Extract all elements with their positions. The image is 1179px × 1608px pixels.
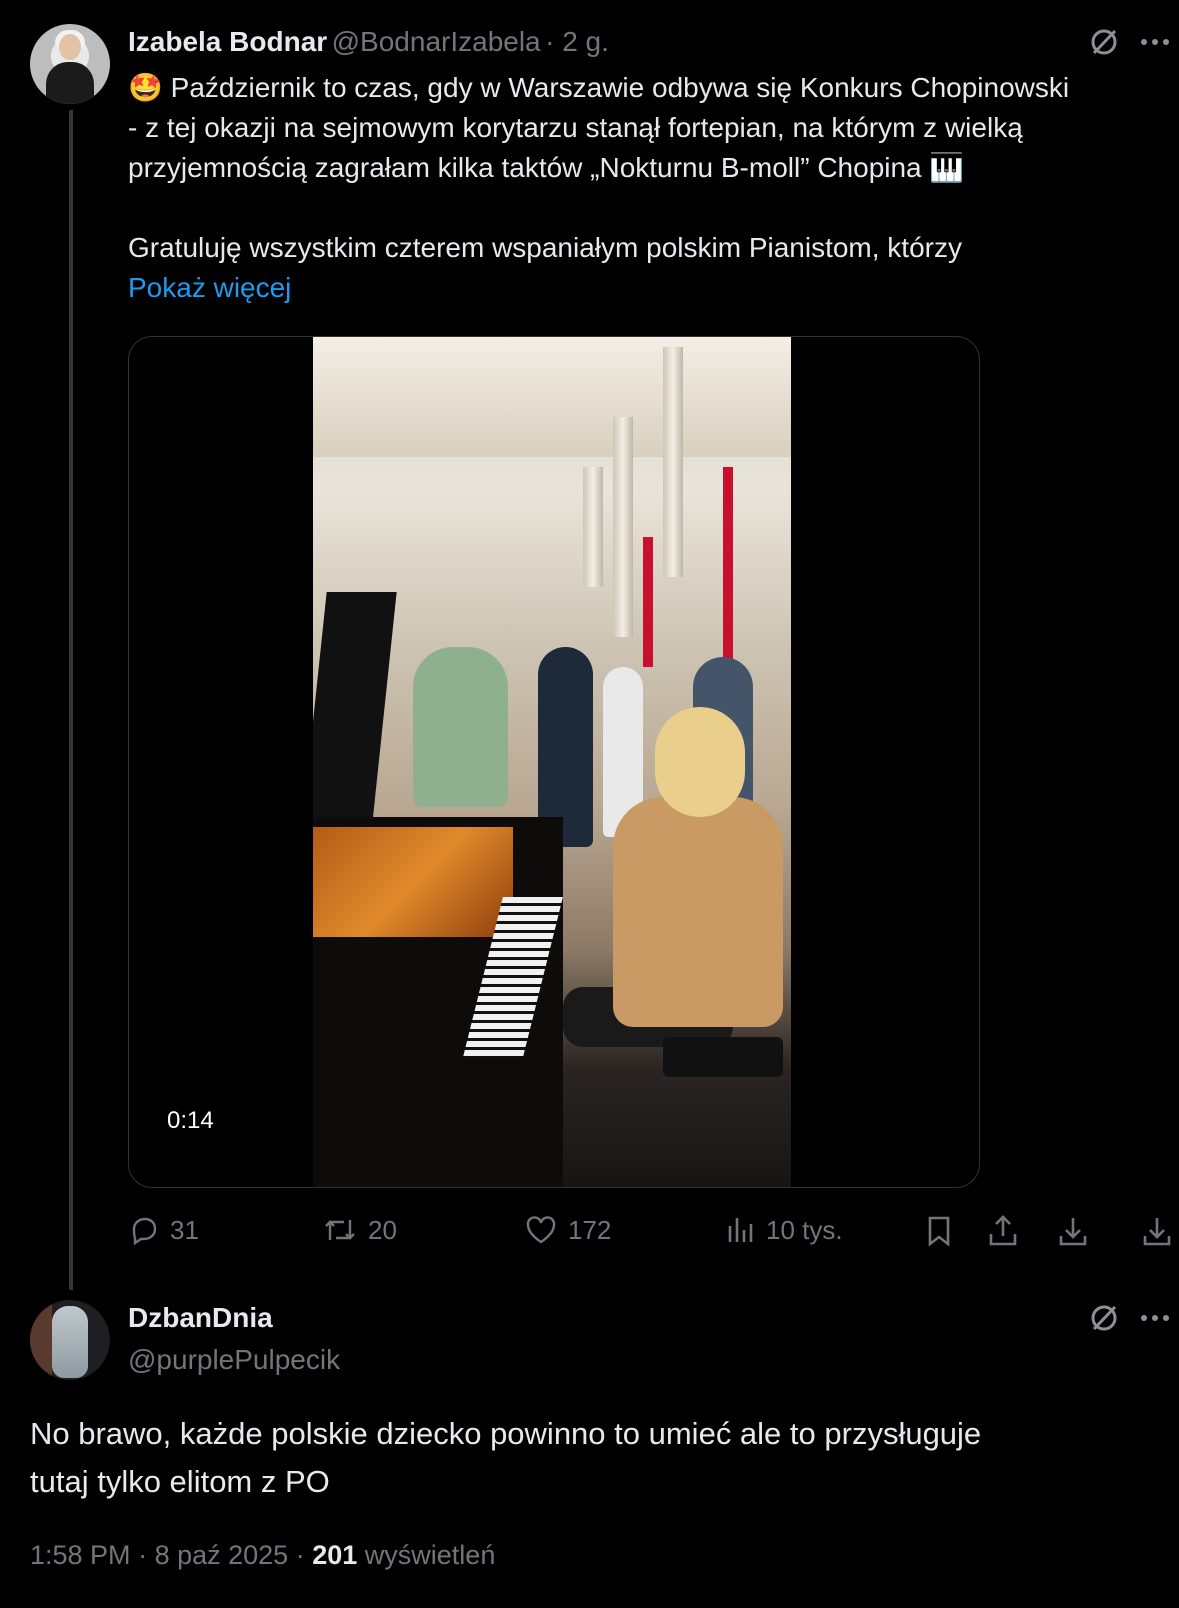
reply-views-count: 201 [312,1540,358,1570]
share-icon[interactable] [986,1214,1020,1253]
views-button[interactable]: 10 tys. [726,1214,843,1246]
avatar[interactable] [30,24,110,104]
post-text-line-2: - z tej okazji na sejmowym korytarzu sta… [128,112,1023,143]
video-player[interactable]: 0:14 [128,336,980,1188]
video-frame [313,337,791,1187]
more-icon[interactable] [1139,1308,1171,1333]
reply-text: No brawo, każde polskie dziecko powinno … [30,1416,982,1499]
show-more-link[interactable]: Pokaż więcej [128,272,291,304]
repost-button[interactable]: 20 [322,1214,397,1246]
reply-views-label: wyświetleń [364,1540,496,1570]
post-text-line-1: 🤩 Październik to czas, gdy w Warszawie o… [128,72,1070,103]
author-name[interactable]: Izabela Bodnar [128,26,327,57]
author-handle[interactable]: @BodnarIzabela [332,26,541,57]
reply-meta: 1:58 PM · 8 paź 2025 · 201 wyświetleń [30,1540,496,1570]
avatar[interactable] [30,1300,110,1380]
post-time[interactable]: · 2 g. [545,26,609,57]
more-icon[interactable] [1139,32,1171,57]
like-button[interactable]: 172 [524,1214,611,1246]
reply-date[interactable]: 8 paź 2025 [155,1540,289,1570]
thread-line [69,110,73,1290]
post-header: Izabela Bodnar @BodnarIzabela · 2 g. [128,26,609,58]
reply-time[interactable]: 1:58 PM [30,1540,131,1570]
repost-icon [325,1220,355,1240]
video-duration: 0:14 [167,1107,214,1134]
bookmark-icon[interactable] [924,1214,954,1253]
star-struck-emoji: 🤩 [128,72,163,103]
post-text-line-4: Gratuluję wszystkim czterem wspaniałym p… [128,232,962,263]
like-icon [526,1216,556,1244]
reply-button[interactable]: 31 [128,1214,199,1246]
grok-icon[interactable] [1088,1302,1120,1339]
download-icon[interactable] [1056,1214,1090,1253]
post-text-line-3: przyjemnością zagrałam kilka taktów „Nok… [128,152,965,183]
reply-author-name[interactable]: DzbanDnia [128,1302,273,1334]
grok-icon[interactable] [1088,26,1120,63]
views-icon [728,1218,753,1242]
reply-author-handle[interactable]: @purplePulpecik [128,1344,340,1376]
piano-emoji: 🎹 [929,152,965,183]
download-icon[interactable] [1140,1214,1174,1253]
reply-icon [132,1217,157,1246]
